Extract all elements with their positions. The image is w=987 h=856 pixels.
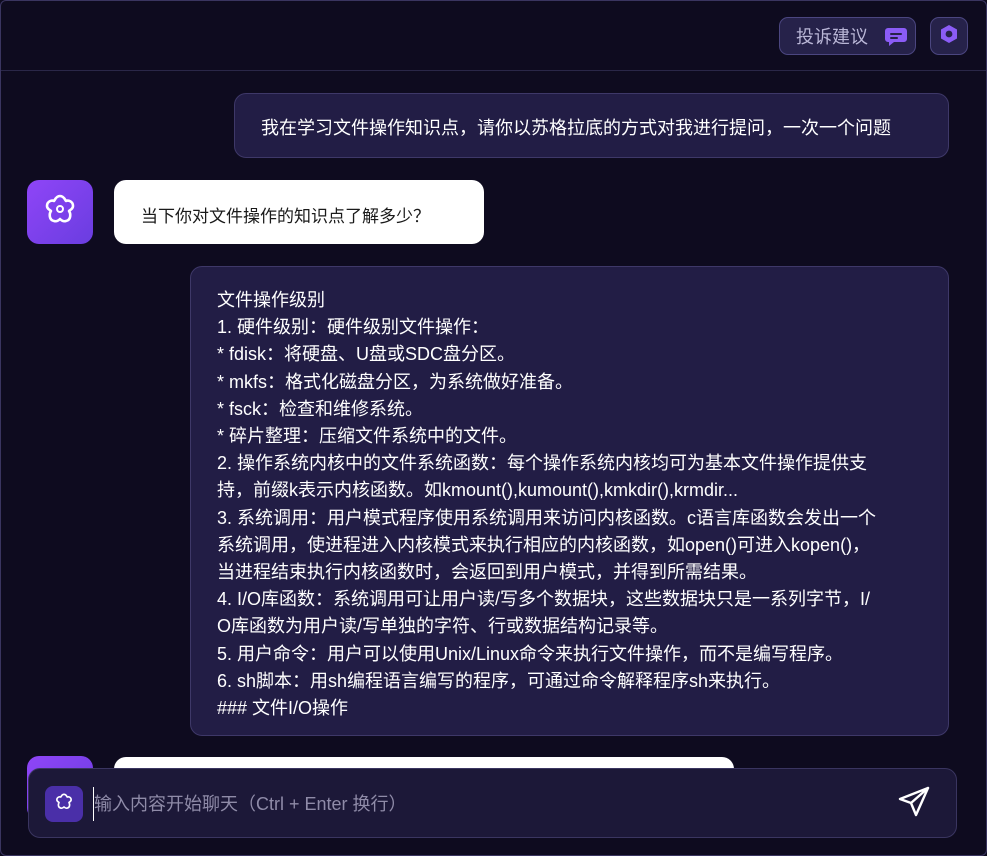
message-line: O库函数为用户读/写单独的字符、行或数据结构记录等。 — [217, 616, 668, 637]
bot-avatar — [27, 180, 93, 244]
user-message: 我在学习文件操作知识点，请你以苏格拉底的方式对我进行提问，一次一个问题 — [234, 93, 949, 158]
message-line: 文件操作级别 — [217, 290, 325, 310]
chat-composer — [28, 768, 957, 838]
complain-button[interactable]: 投诉建议 — [779, 17, 916, 55]
send-icon — [897, 785, 931, 824]
message-line: 2. 操作系统内核中的文件系统函数：每个操作系统内核均可为基本文件操作提供支 — [217, 453, 868, 474]
send-button[interactable] — [895, 786, 933, 822]
bot-message: 当下你对文件操作的知识点了解多少？ — [114, 180, 484, 244]
user-message-text: 我在学习文件操作知识点，请你以苏格拉底的方式对我进行提问，一次一个问题 — [261, 118, 891, 138]
settings-button[interactable] — [930, 17, 968, 55]
message-line: * fsck：检查和维修系统。 — [217, 398, 424, 419]
plugin-button[interactable] — [45, 786, 83, 822]
message-line: 6. sh脚本：用sh编程语言编写的程序，可通过命令解释程序sh来执行。 — [217, 670, 781, 691]
complain-label: 投诉建议 — [796, 27, 868, 47]
message-line: 当进程结束执行内核函数时，会返回到用户模式，并得到所需结果。 — [217, 562, 757, 583]
chat-window: 投诉建议 我在学习文件操作知识点，请你以苏格拉底的方式对我进行提问，一次一个问题 — [0, 0, 987, 856]
feedback-icon — [885, 27, 907, 47]
message-line: 1. 硬件级别：硬件级别文件操作： — [217, 317, 490, 338]
message-line: 3. 系统调用：用户模式程序使用系统调用来访问内核函数。c语言库函数会发出一个 — [217, 507, 877, 528]
message-line: * 碎片整理：压缩文件系统中的文件。 — [217, 426, 518, 447]
message-line: * mkfs：格式化磁盘分区，为系统做好准备。 — [217, 371, 573, 392]
bot-message-text: 当下你对文件操作的知识点了解多少？ — [141, 207, 430, 226]
top-bar: 投诉建议 — [1, 1, 986, 71]
flower-icon — [40, 190, 80, 235]
message-line: 5. 用户命令：用户可以使用Unix/Linux命令来执行文件操作，而不是编写程… — [217, 643, 844, 664]
hexagon-settings-icon — [939, 24, 959, 49]
user-message: 文件操作级别 1. 硬件级别：硬件级别文件操作： * fdisk：将硬盘、U盘或… — [190, 266, 949, 736]
flower-icon — [53, 791, 75, 818]
message-line: 4. I/O库函数：系统调用可让用户读/写多个数据块，这些数据块只是一系列字节，… — [217, 589, 871, 610]
message-line: 系统调用，使进程进入内核模式来执行相应的内核函数，如open()可进入kopen… — [217, 534, 871, 555]
message-line: 持，前缀k表示内核函数。如kmount(),kumount(),kmkdir()… — [217, 480, 739, 501]
message-line: ### 文件I/O操作 — [217, 698, 349, 719]
chat-input[interactable] — [93, 787, 873, 821]
message-line: * fdisk：将硬盘、U盘或SDC盘分区。 — [217, 344, 516, 365]
